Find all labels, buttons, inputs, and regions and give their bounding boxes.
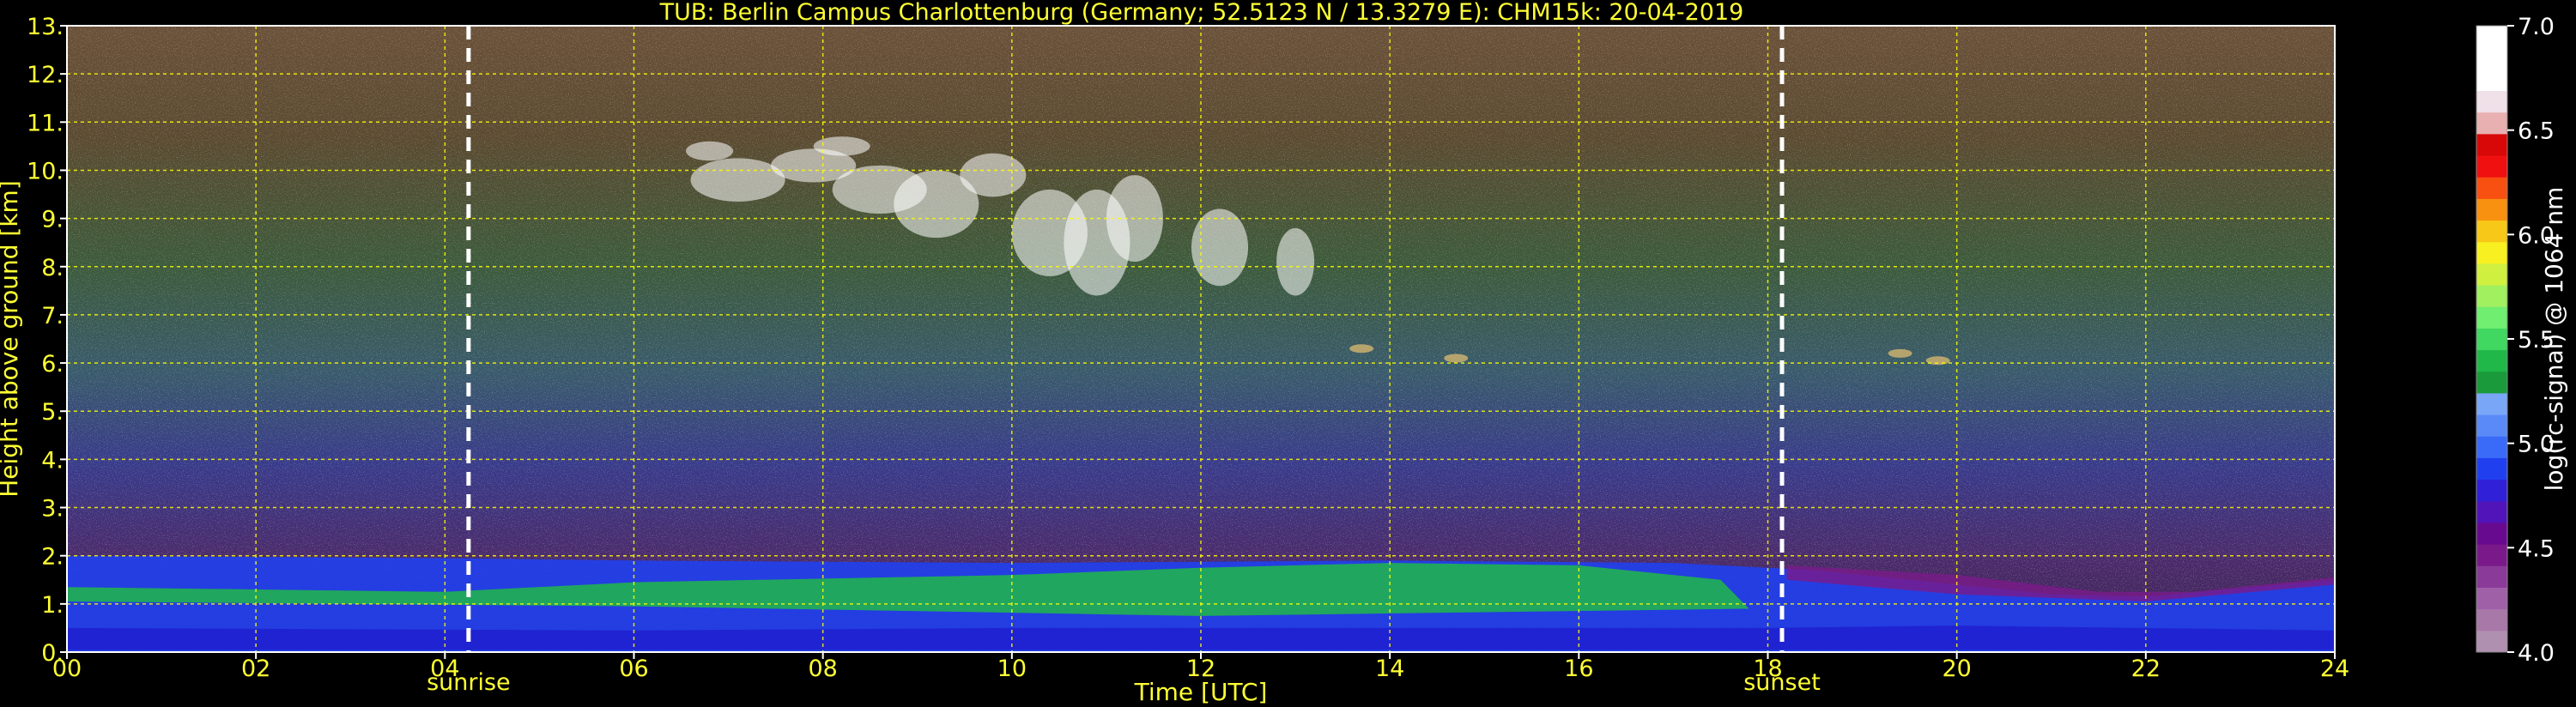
- y-tick-label: 12.: [27, 62, 64, 88]
- colorbar-segment: [2476, 544, 2507, 566]
- colorbar-tick-label: 7.0: [2518, 14, 2555, 40]
- x-tick-label: 04: [430, 656, 459, 682]
- colorbar-segment: [2476, 457, 2507, 480]
- colorbar-segment: [2476, 306, 2507, 329]
- colorbar-segment: [2476, 47, 2507, 69]
- x-tick-label: 16: [1564, 656, 1593, 682]
- colorbar-segment: [2476, 630, 2507, 653]
- cirrus-cloud: [686, 141, 734, 161]
- cirrus-cloud: [813, 136, 870, 156]
- colorbar-segment: [2476, 500, 2507, 523]
- x-tick-label: 20: [1942, 656, 1971, 682]
- x-tick-label: 02: [241, 656, 270, 682]
- y-tick-label: 6.: [41, 351, 64, 378]
- x-axis-label: Time [UTC]: [1134, 678, 1268, 706]
- y-tick-label: 13.: [27, 14, 64, 40]
- colorbar-segment: [2476, 220, 2507, 243]
- cirrus-cloud: [690, 158, 785, 202]
- colorbar-segment: [2476, 565, 2507, 588]
- colorbar-segment: [2476, 263, 2507, 286]
- x-tick-label: 18: [1753, 656, 1782, 682]
- colorbar-segment: [2476, 328, 2507, 351]
- x-tick-label: 08: [808, 656, 837, 682]
- y-tick-label: 3.: [41, 496, 64, 523]
- ceilometer-chart: sunrise sunset 00 02 04 06 08 10 12 14 16 18 20 22 24…: [0, 14, 2568, 706]
- colorbar-tick-label: 6.5: [2518, 118, 2555, 145]
- colorbar-segment: [2476, 479, 2507, 502]
- x-tick-label: 24: [2320, 656, 2349, 682]
- colorbar-segment: [2476, 155, 2507, 178]
- colorbar-segment: [2476, 522, 2507, 545]
- colorbar-tick-label: 4.5: [2518, 535, 2555, 562]
- colorbar-segment: [2476, 371, 2507, 394]
- small-cloud: [1444, 354, 1469, 363]
- colorbar-segment: [2476, 285, 2507, 307]
- colorbar-segment: [2476, 414, 2507, 437]
- colorbar-segment: [2476, 112, 2507, 135]
- colorbar-segment: [2476, 133, 2507, 156]
- colorbar-segment: [2476, 349, 2507, 372]
- colorbar-segment: [2476, 587, 2507, 610]
- y-tick-label: 8.: [41, 255, 64, 281]
- colorbar-tick-label: 4.0: [2518, 640, 2555, 667]
- colorbar: 4.04.55.05.56.06.57.0log(rc-signal) @ 10…: [2476, 14, 2568, 667]
- colorbar-segment: [2476, 608, 2507, 631]
- y-tick-label: 7.: [41, 303, 64, 329]
- y-tick-label: 10.: [27, 158, 64, 184]
- colorbar-segment: [2476, 26, 2507, 48]
- y-tick-label: 5.: [41, 399, 64, 426]
- x-tick-label: 14: [1375, 656, 1404, 682]
- colorbar-segment: [2476, 69, 2507, 92]
- colorbar-segment: [2476, 177, 2507, 199]
- colorbar-label: log(rc-signal) @ 1064 nm: [2540, 187, 2568, 492]
- cirrus-cloud: [960, 153, 1027, 197]
- y-tick-label: 2.: [41, 544, 64, 571]
- colorbar-segment: [2476, 392, 2507, 415]
- y-tick-label: 11.: [27, 110, 64, 136]
- cirrus-cloud: [1191, 208, 1249, 287]
- plot-area: [67, 26, 2335, 652]
- colorbar-segment: [2476, 198, 2507, 221]
- small-cloud: [1349, 344, 1374, 354]
- colorbar-segment: [2476, 436, 2507, 458]
- y-tick-label: 9.: [41, 207, 64, 233]
- colorbar-segment: [2476, 90, 2507, 113]
- colorbar-segment: [2476, 241, 2507, 264]
- x-tick-label: 10: [997, 656, 1027, 682]
- y-tick-label: 1.: [41, 592, 64, 619]
- x-tick-label: 06: [619, 656, 648, 682]
- x-tick-label: 22: [2131, 656, 2161, 682]
- cirrus-cloud: [1276, 227, 1315, 296]
- y-tick-label: 0.: [41, 640, 64, 667]
- y-tick-label: 4.: [41, 447, 64, 474]
- small-cloud: [1888, 348, 1912, 358]
- y-axis-label: Height above ground [km]: [0, 180, 23, 498]
